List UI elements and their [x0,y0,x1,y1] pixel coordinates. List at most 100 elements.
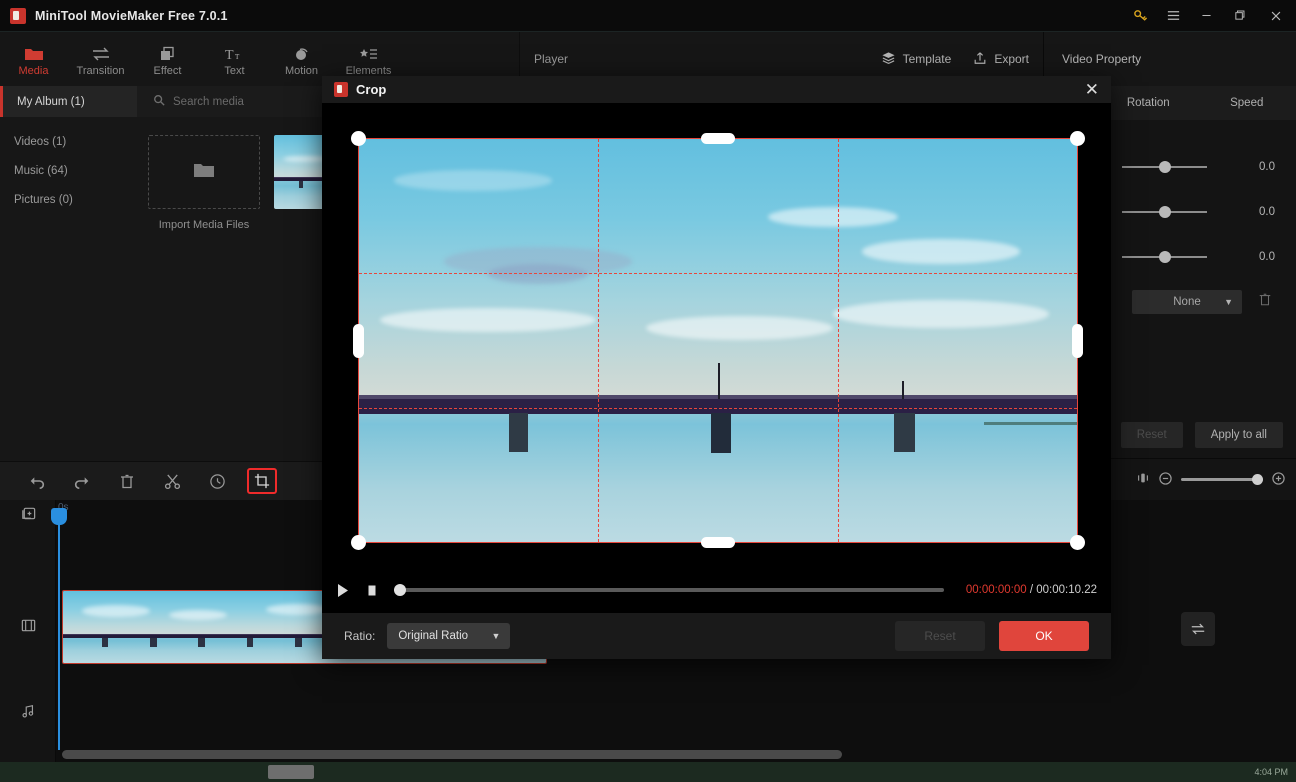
chevron-down-icon: ▼ [1224,297,1233,307]
audio-track-icon[interactable] [0,698,56,724]
crop-handle-left[interactable] [353,324,364,358]
crop-ok-button[interactable]: OK [999,621,1089,651]
crop-selection-overlay[interactable] [358,138,1078,543]
ok-label: OK [1035,629,1052,643]
close-icon[interactable]: ✕ [1085,81,1099,98]
key-icon[interactable] [1124,0,1157,32]
folder-icon [24,42,44,62]
horizontal-scrollbar-area [0,750,1296,762]
zoom-slider[interactable] [1181,478,1263,481]
crop-handle-right[interactable] [1072,324,1083,358]
maximize-icon[interactable] [1223,0,1256,32]
nav-label: Videos (1) [14,136,66,148]
play-icon[interactable] [336,583,350,598]
undo-arrow-icon[interactable] [22,468,52,494]
sidebar-item-music[interactable]: Music (64) [0,156,137,185]
minus-circle-icon[interactable] [1159,472,1172,488]
svg-text:T: T [225,48,234,62]
total-time: 00:00:10.22 [1036,584,1097,596]
app-logo-icon [10,8,26,24]
playhead-handle[interactable] [51,508,67,525]
ribbon-label: Transition [77,65,125,77]
scissors-icon[interactable] [157,468,187,494]
slider-2[interactable] [1122,211,1207,213]
import-media-button[interactable] [148,135,260,209]
reset-label: Reset [924,629,955,643]
slider-1[interactable] [1122,166,1207,168]
property-reset-button[interactable]: Reset [1121,422,1183,448]
motion-circle-icon [292,42,312,62]
ribbon-label: Text [224,65,244,77]
os-taskbar: 4:04 PM [0,762,1296,782]
reset-label: Reset [1137,429,1167,441]
slider-knob[interactable] [1159,161,1171,173]
slider-knob[interactable] [1159,206,1171,218]
crop-reset-button[interactable]: Reset [895,621,985,651]
timeline-track-audio[interactable] [56,680,1296,750]
crop-dialog: Crop ✕ [322,76,1111,659]
crop-handle-bottom[interactable] [701,537,735,548]
timeline-track-headers [0,500,56,762]
tab-label: Rotation [1127,97,1170,109]
plus-circle-icon[interactable] [1272,472,1285,488]
elements-star-list-icon [358,42,380,62]
minimize-icon[interactable] [1190,0,1223,32]
redo-arrow-icon[interactable] [67,468,97,494]
tab-speed[interactable]: Speed [1198,86,1296,120]
ratio-select[interactable]: Original Ratio ▼ [387,623,510,649]
ribbon-tab-transition[interactable]: Transition [67,32,134,86]
add-media-icon[interactable] [0,502,56,524]
ribbon-tab-media[interactable]: Media [0,32,67,86]
template-button[interactable]: Template [881,51,952,68]
sidebar-item-pictures[interactable]: Pictures (0) [0,185,137,214]
trash-icon[interactable] [112,468,142,494]
export-button[interactable]: Export [973,51,1029,68]
crop-icon[interactable] [247,468,277,494]
close-icon[interactable] [1256,0,1296,32]
crop-handle-bottom-right[interactable] [1070,535,1085,550]
slider-knob[interactable] [1159,251,1171,263]
crop-handle-bottom-left[interactable] [351,535,366,550]
transition-arrows-icon [91,42,111,62]
app-logo-icon [334,82,348,97]
slider-3[interactable] [1122,256,1207,258]
playback-progress-knob[interactable] [394,584,406,596]
property-select[interactable]: None ▼ [1132,290,1242,314]
crop-handle-top-left[interactable] [351,131,366,146]
text-tt-icon: Tт [224,42,246,62]
taskbar-item[interactable] [268,765,314,779]
stop-icon[interactable] [366,584,378,597]
apply-to-all-button[interactable]: Apply to all [1195,422,1283,448]
ribbon-label: Motion [285,65,318,77]
apply-all-label: Apply to all [1211,429,1267,441]
crop-stage: 00:00:00:00 / 00:00:10.22 Ratio: Origina… [322,103,1111,613]
trash-icon[interactable] [1258,292,1272,312]
sidebar-item-videos[interactable]: Videos (1) [0,127,137,156]
svg-text:т: т [235,51,240,62]
layers-icon [881,51,896,68]
ribbon-tab-effect[interactable]: Effect [134,32,201,86]
fit-view-icon[interactable] [1136,471,1150,488]
horizontal-scrollbar[interactable] [62,750,842,759]
ribbon-tab-text[interactable]: Tт Text [201,32,268,86]
search-icon [153,94,165,109]
video-track-icon[interactable] [0,612,56,638]
crop-dialog-footer: Ratio: Original Ratio ▼ Reset OK [322,613,1111,659]
ribbon-label: Media [19,65,49,77]
speed-gauge-icon[interactable] [202,468,232,494]
chevron-down-icon: ▼ [491,631,500,641]
transition-swap-button[interactable] [1181,612,1215,646]
playback-progress-slider[interactable] [394,588,944,592]
hamburger-menu-icon[interactable] [1157,0,1190,32]
zoom-slider-knob[interactable] [1252,474,1263,485]
crop-dialog-title: Crop [356,82,386,97]
crop-guide-vertical [598,139,599,542]
sidebar-item-my-album[interactable]: My Album (1) [0,86,137,117]
ribbon-label: Effect [154,65,182,77]
crop-dialog-header: Crop ✕ [322,76,1111,103]
tab-rotation[interactable]: Rotation [1099,86,1198,120]
import-media-cell[interactable]: Import Media Files [148,135,260,461]
crop-handle-top[interactable] [701,133,735,144]
crop-handle-top-right[interactable] [1070,131,1085,146]
slider-value: 0.0 [1259,161,1275,173]
